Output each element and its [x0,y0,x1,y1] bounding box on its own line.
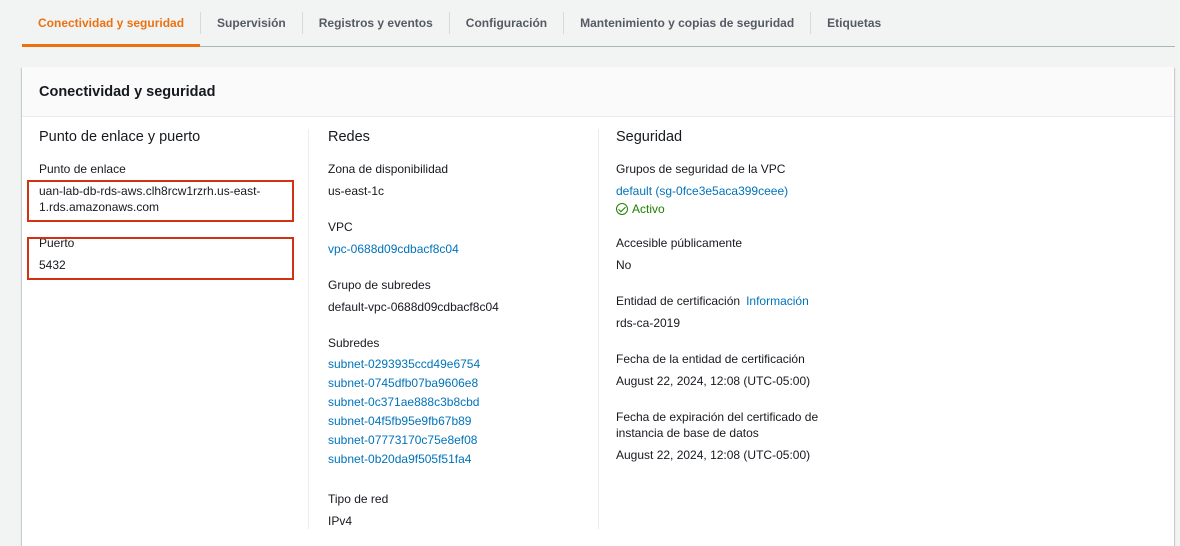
panel-header: Conectividad y seguridad [22,67,1174,117]
network-type-value: IPv4 [328,514,353,528]
tab-configuration[interactable]: Configuración [450,0,563,46]
az-label: Zona de disponibilidad [328,162,449,176]
security-groups-field: Grupos de seguridad de la VPC default (s… [616,161,896,217]
networking-section-title: Redes [328,129,370,145]
check-circle-icon [616,203,628,215]
subnet-link[interactable]: subnet-0c371ae888c3b8cbd [328,393,588,412]
tab-connectivity-security[interactable]: Conectividad y seguridad [22,0,201,47]
tab-logs-events[interactable]: Registros y eventos [303,0,449,46]
cert-expiration-field: Fecha de expiración del certificado de i… [616,409,896,463]
cert-expiration-value: August 22, 2024, 12:08 (UTC-05:00) [616,448,811,462]
subnet-group-label: Grupo de subredes [328,278,431,292]
subnet-link[interactable]: subnet-0293935ccd49e6754 [328,355,588,374]
subnet-link[interactable]: subnet-07773170c75e8ef08 [328,431,588,450]
ca-value: rds-ca-2019 [616,316,681,330]
endpoint-label: Punto de enlace [39,162,126,176]
ca-info-link[interactable]: Información [746,294,809,308]
network-type-field: Tipo de red IPv4 [328,491,588,529]
endpoint-section-title: Punto de enlace y puerto [39,129,201,145]
az-value: us-east-1c [328,184,385,198]
subnets-field: Subredes subnet-0293935ccd49e6754 subnet… [328,335,588,469]
networking-column: Redes Zona de disponibilidad us-east-1c … [328,128,588,543]
security-section-title: Seguridad [616,129,683,145]
public-access-field: Accesible públicamente No [616,235,896,273]
ca-date-field: Fecha de la entidad de certificación Aug… [616,351,896,389]
az-field: Zona de disponibilidad us-east-1c [328,161,588,199]
ca-label: Entidad de certificación [616,294,741,308]
subnet-link[interactable]: subnet-0b20da9f505f51fa4 [328,450,588,469]
vpc-field: VPC vpc-0688d09cdbacf8c04 [328,219,588,257]
connectivity-panel: Conectividad y seguridad Punto de enlace… [22,67,1174,546]
ca-date-label: Fecha de la entidad de certificación [616,352,805,366]
network-type-label: Tipo de red [328,492,389,506]
subnet-link[interactable]: subnet-0745dfb07ba9606e8 [328,374,588,393]
ca-field: Entidad de certificación Información rds-… [616,293,896,331]
public-access-label: Accesible públicamente [616,236,743,250]
status-text: Activo [632,202,665,216]
port-highlight-box [27,237,294,280]
panel-title: Conectividad y seguridad [39,83,216,100]
subnet-group-value: default-vpc-0688d09cdbacf8c04 [328,300,499,314]
vpc-label: VPC [328,220,353,234]
subnet-link[interactable]: subnet-04f5fb95e9fb67b89 [328,412,588,431]
column-divider [598,129,599,529]
vpc-link[interactable]: vpc-0688d09cdbacf8c04 [328,241,588,257]
tab-bar: Conectividad y seguridad Supervisión Reg… [22,0,1175,47]
tab-monitoring[interactable]: Supervisión [201,0,302,46]
ca-label-row: Entidad de certificación Información [616,293,896,309]
security-group-link[interactable]: default (sg-0fce3e5aca399ceee) [616,183,896,199]
cert-expiration-label-line1: Fecha de expiración del certificado de [616,410,819,424]
security-groups-label: Grupos de seguridad de la VPC [616,162,786,176]
subnets-label: Subredes [328,336,380,350]
security-group-status: Activo [616,201,896,217]
security-column: Seguridad Grupos de seguridad de la VPC … [616,128,896,477]
ca-date-value: August 22, 2024, 12:08 (UTC-05:00) [616,374,811,388]
tab-tags[interactable]: Etiquetas [811,0,897,46]
cert-expiration-label-line2: instancia de base de datos [616,426,759,440]
subnet-group-field: Grupo de subredes default-vpc-0688d09cdb… [328,277,588,315]
tab-maintenance-backups[interactable]: Mantenimiento y copias de seguridad [564,0,810,46]
column-divider [308,129,309,529]
public-access-value: No [616,258,632,272]
endpoint-highlight-box [27,180,294,222]
